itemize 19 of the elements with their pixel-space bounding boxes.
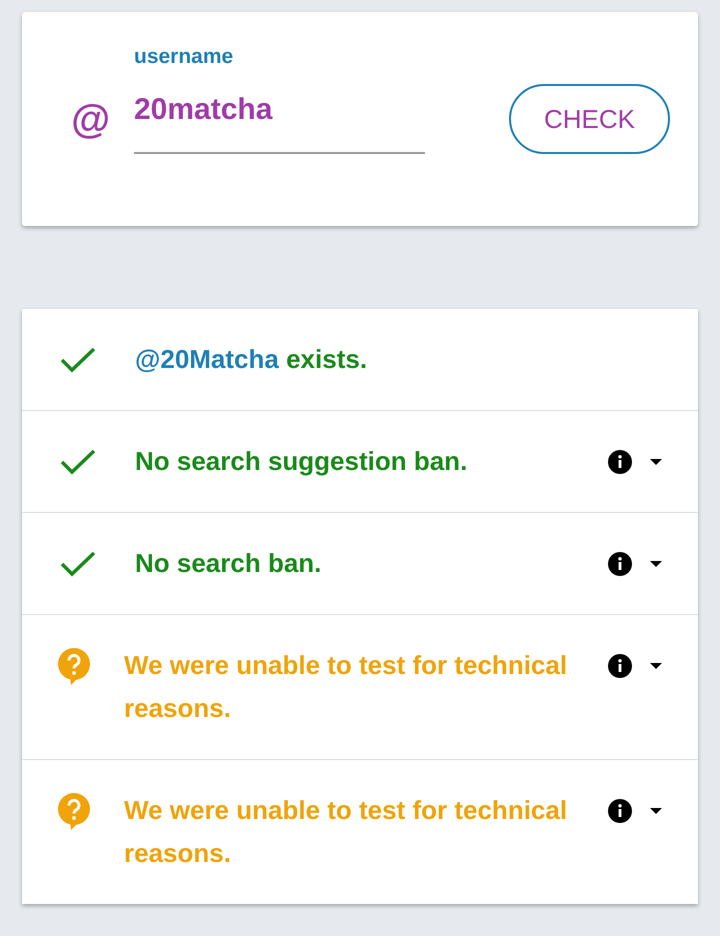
info-icon [608, 798, 632, 822]
info-icon [608, 654, 632, 678]
field-label: username [134, 46, 234, 68]
result-text: No search suggestion ban. [135, 445, 468, 478]
check-icon [60, 550, 96, 576]
result-text: No search ban. [135, 547, 322, 580]
info-icon [608, 450, 632, 474]
check-button[interactable]: CHECK [509, 84, 670, 154]
result-text: @20Matcha exists. [135, 343, 368, 376]
check-icon [60, 448, 96, 474]
username-field[interactable]: 20matcha [134, 68, 425, 154]
result-text: We were unable to test for technical reasons. [124, 649, 568, 725]
question-bubble-icon [57, 646, 91, 684]
at-symbol: @ [70, 100, 110, 140]
question-bubble-icon [57, 792, 91, 830]
profile-link[interactable]: @20Matcha [135, 344, 279, 374]
result-text: We were unable to test for technical reasons. [124, 794, 568, 870]
check-icon [60, 346, 96, 372]
info-icon [608, 552, 632, 576]
